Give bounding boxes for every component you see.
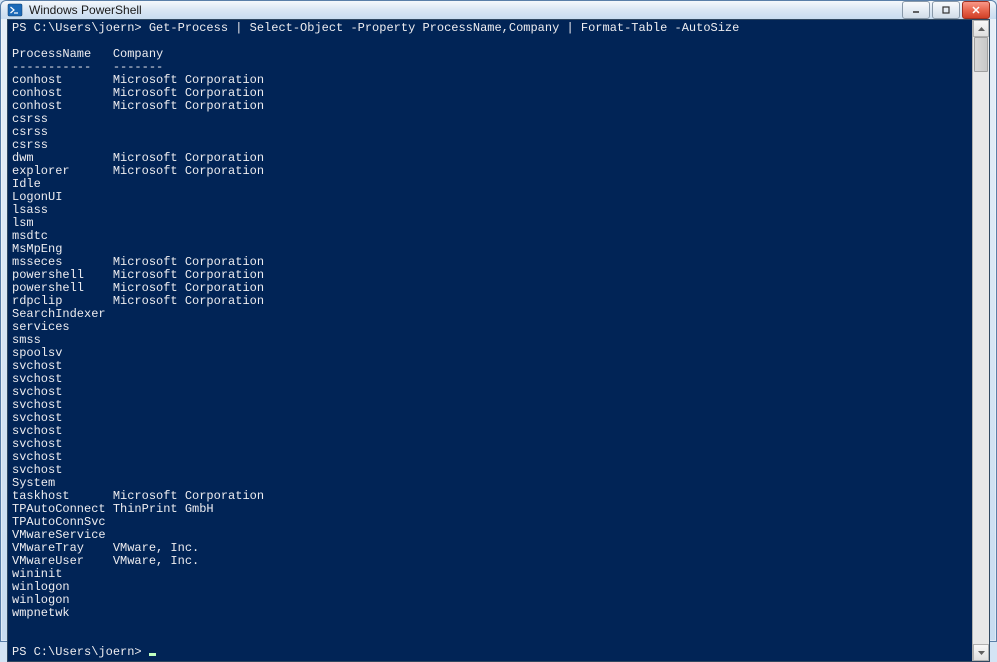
- scroll-thumb[interactable]: [974, 37, 988, 72]
- console-container: PS C:\Users\joern> Get-Process | Select-…: [7, 19, 990, 662]
- scroll-track[interactable]: [973, 37, 989, 644]
- maximize-button[interactable]: [932, 1, 960, 19]
- app-icon: [7, 2, 23, 18]
- close-button[interactable]: [962, 1, 990, 19]
- scroll-down-button[interactable]: [973, 644, 989, 661]
- terminal-output[interactable]: PS C:\Users\joern> Get-Process | Select-…: [8, 20, 972, 661]
- prompt: PS C:\Users\joern>: [12, 645, 149, 659]
- powershell-window: Windows PowerShell PS C:\Users\joern> Ge…: [0, 0, 997, 642]
- window-controls: [902, 1, 990, 19]
- cursor: [149, 653, 156, 656]
- window-title: Windows PowerShell: [29, 3, 902, 17]
- minimize-button[interactable]: [902, 1, 930, 19]
- titlebar[interactable]: Windows PowerShell: [1, 1, 996, 19]
- vertical-scrollbar[interactable]: [972, 20, 989, 661]
- scroll-up-button[interactable]: [973, 20, 989, 37]
